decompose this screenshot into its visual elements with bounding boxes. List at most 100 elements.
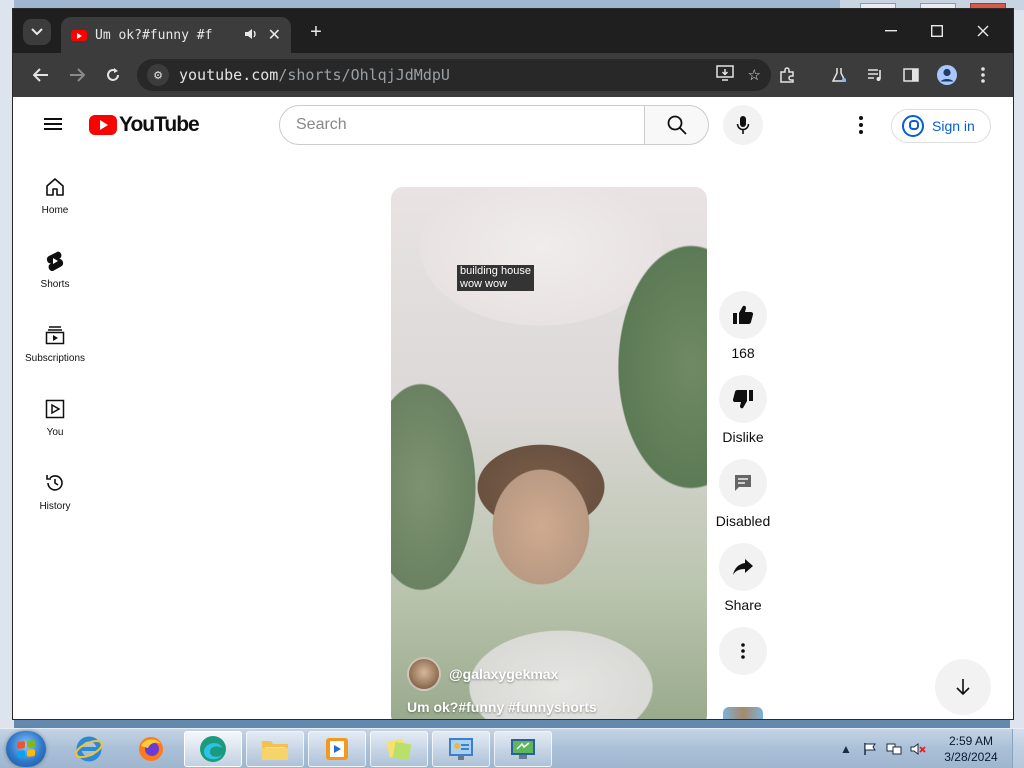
maximize-button[interactable] (915, 17, 959, 45)
sound-thumbnail[interactable] (723, 707, 763, 719)
profile-avatar-icon[interactable] (933, 61, 961, 89)
active-tab[interactable]: Um ok?#funny #f ✕ (61, 17, 291, 53)
video-text-overlay: building house wow wow (457, 265, 534, 291)
thumbs-up-icon (733, 305, 754, 325)
bookmark-star-icon[interactable]: ☆ (748, 66, 761, 84)
you-icon (43, 397, 67, 421)
guide-label: Subscriptions (24, 353, 86, 364)
close-window-button[interactable] (961, 17, 1005, 45)
close-tab-icon[interactable]: ✕ (268, 25, 281, 45)
windows-taskbar: ▲ 2:59 AM 3/28/2024 (0, 728, 1024, 768)
show-desktop-button[interactable] (1012, 729, 1024, 768)
show-hidden-icons-icon[interactable]: ▲ (837, 740, 855, 758)
dislike-label: Dislike (722, 429, 764, 445)
guide-item-subscriptions[interactable]: Subscriptions (13, 311, 97, 385)
like-button[interactable] (719, 291, 767, 339)
guide-item-shorts[interactable]: Shorts (13, 237, 97, 311)
comments-label: Disabled (715, 513, 771, 529)
youtube-favicon-icon (71, 29, 87, 41)
guide-item-you[interactable]: You (13, 385, 97, 459)
more-action (715, 627, 771, 675)
caption-line: wow wow (460, 278, 508, 290)
mini-guide: Home Shorts Subscriptions You History (13, 163, 97, 533)
youtube-logo-text: YouTube (119, 113, 200, 136)
channel-avatar[interactable] (407, 657, 441, 691)
youtube-logo-icon (89, 115, 117, 135)
guide-menu-button[interactable] (41, 113, 65, 137)
labs-flask-icon[interactable] (825, 61, 853, 89)
search-input[interactable] (296, 116, 644, 134)
taskbar-clock[interactable]: 2:59 AM 3/28/2024 (936, 733, 1006, 765)
taskbar-firefox[interactable] (122, 731, 180, 767)
side-panel-icon[interactable] (897, 61, 925, 89)
reload-icon (107, 68, 119, 81)
settings-more-icon[interactable] (849, 113, 873, 137)
tab-title: Um ok?#funny #f (95, 27, 213, 43)
guide-item-home[interactable]: Home (13, 163, 97, 237)
shorts-video-player[interactable]: building house wow wow @galaxygekmax Um … (391, 187, 707, 719)
address-bar[interactable]: ⚙ youtube.com/shorts/OhlqjJdMdpU ☆ (137, 59, 771, 91)
edge-icon (200, 736, 226, 762)
install-app-icon[interactable] (715, 65, 734, 85)
taskbar-media-player[interactable] (308, 731, 366, 767)
extensions-icon[interactable] (773, 61, 801, 89)
taskbar-internet-explorer[interactable] (60, 731, 118, 767)
channel-handle[interactable]: @galaxygekmax (449, 666, 558, 682)
action-center-flag-icon[interactable] (861, 740, 879, 758)
more-actions-button[interactable] (719, 627, 767, 675)
channel-info[interactable]: @galaxygekmax (407, 657, 558, 691)
minimize-button[interactable] (869, 17, 913, 45)
like-action: 168 (715, 291, 771, 361)
dislike-button[interactable] (719, 375, 767, 423)
guide-label: Shorts (40, 279, 70, 290)
windows-logo-icon (17, 740, 35, 758)
taskbar-edge[interactable] (184, 731, 242, 767)
tab-search-button[interactable] (23, 19, 51, 45)
taskbar-sticky-notes[interactable] (370, 731, 428, 767)
taskbar-file-explorer[interactable] (246, 731, 304, 767)
taskbar-control-panel[interactable] (432, 731, 490, 767)
sign-in-button[interactable]: Sign in (891, 109, 991, 143)
short-actions: 168 Dislike Disabled Share (715, 291, 771, 689)
next-short-button[interactable] (935, 659, 991, 715)
guide-label: Home (41, 205, 69, 216)
reload-button[interactable] (99, 61, 127, 89)
media-controls-icon[interactable] (861, 61, 889, 89)
tab-strip: Um ok?#funny #f ✕ + (13, 9, 1013, 53)
comment-icon (735, 475, 751, 491)
site-info-icon[interactable]: ⚙ (147, 64, 169, 86)
network-icon[interactable] (885, 740, 903, 758)
volume-muted-icon[interactable] (909, 740, 927, 758)
youtube-logo[interactable]: YouTube (89, 113, 200, 137)
sticky-notes-icon (386, 738, 412, 761)
arrow-down-icon (956, 679, 970, 696)
share-arrow-icon (733, 559, 753, 575)
browser-menu-icon[interactable] (969, 61, 997, 89)
speaker-icon[interactable] (244, 28, 258, 43)
taskbar-remote-desktop[interactable] (494, 731, 552, 767)
comments-action: Disabled (715, 459, 771, 529)
share-action: Share (715, 543, 771, 613)
guide-item-history[interactable]: History (13, 459, 97, 533)
thumbs-down-icon (732, 389, 753, 409)
forward-button[interactable] (63, 61, 91, 89)
voice-search-button[interactable] (723, 105, 763, 145)
media-player-icon (326, 738, 348, 760)
clock-time: 2:59 AM (948, 734, 994, 748)
search-box[interactable] (279, 105, 645, 145)
folder-icon (262, 741, 288, 760)
back-arrow-icon (33, 68, 48, 82)
back-button[interactable] (27, 61, 55, 89)
search-button[interactable] (645, 105, 709, 145)
minimize-icon (885, 30, 897, 32)
share-button[interactable] (719, 543, 767, 591)
start-button[interactable] (6, 731, 46, 767)
new-tab-button[interactable]: + (303, 19, 329, 45)
more-vertical-icon (741, 643, 745, 659)
firefox-icon (139, 737, 163, 761)
guide-label: You (46, 427, 64, 438)
comments-button[interactable] (719, 459, 767, 507)
url-text[interactable]: youtube.com/shorts/OhlqjJdMdpU (179, 66, 702, 84)
microphone-icon (736, 116, 750, 134)
short-title[interactable]: Um ok?#funny #funnyshorts (407, 699, 597, 715)
